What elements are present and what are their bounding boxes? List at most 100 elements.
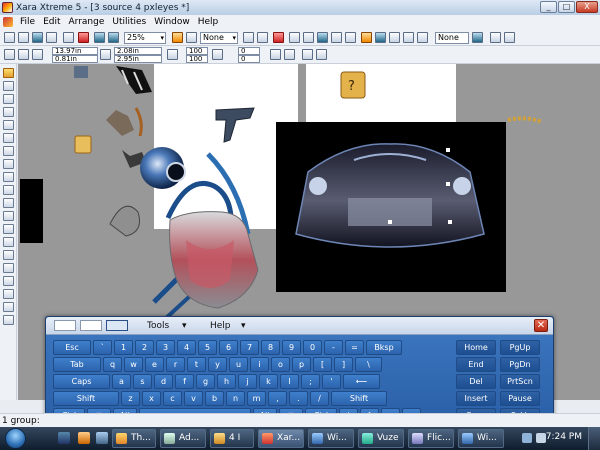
key-prtscn[interactable]: PrtScn — [500, 374, 540, 389]
key-b[interactable]: b — [205, 391, 224, 406]
key-e[interactable]: e — [145, 357, 164, 372]
key-0-13[interactable]: = — [345, 340, 364, 355]
rectangle-tool-icon[interactable] — [3, 120, 14, 130]
key-2-11[interactable]: ' — [322, 374, 341, 389]
undo-icon[interactable] — [94, 32, 105, 43]
bounds-icon[interactable] — [18, 49, 29, 60]
network-icon[interactable] — [522, 433, 532, 443]
volume-icon[interactable] — [536, 433, 546, 443]
bevel-tool-icon[interactable] — [3, 224, 14, 234]
taskbar-button-active[interactable]: Xar... — [258, 429, 304, 448]
key-m[interactable]: m — [247, 391, 266, 406]
magnet-icon[interactable] — [273, 32, 284, 43]
selector-tool-icon[interactable] — [3, 68, 14, 78]
lock-icon[interactable] — [32, 49, 43, 60]
taskbar-button[interactable]: Vuze — [358, 429, 404, 448]
thumbnail-object[interactable] — [74, 66, 88, 78]
arrange-icon[interactable] — [289, 32, 300, 43]
key-0[interactable]: 0 — [303, 340, 322, 355]
gallery-icon[interactable] — [375, 32, 386, 43]
osk-mode-line-icon[interactable] — [54, 320, 76, 331]
menu-window[interactable]: Window — [150, 17, 194, 27]
mould-tool-icon[interactable] — [3, 250, 14, 260]
key-h[interactable]: h — [217, 374, 236, 389]
fan-object[interactable] — [109, 205, 140, 237]
selection-handle[interactable] — [446, 182, 450, 186]
key-f[interactable]: f — [175, 374, 194, 389]
key-1[interactable]: 1 — [114, 340, 133, 355]
rotation-field[interactable]: 0 — [238, 47, 260, 55]
zoom-tool-icon[interactable] — [3, 302, 14, 312]
key-l[interactable]: l — [280, 374, 299, 389]
fill-dropdown[interactable]: None ▾ — [200, 32, 238, 44]
key-g[interactable]: g — [196, 374, 215, 389]
print-icon[interactable] — [46, 32, 57, 43]
menu-arrange[interactable]: Arrange — [65, 17, 109, 27]
scale-height-field[interactable]: 100 — [186, 55, 208, 63]
taskbar-button[interactable]: Th... — [112, 429, 156, 448]
quickshape-tool-icon[interactable] — [3, 146, 14, 156]
key-n[interactable]: n — [226, 391, 245, 406]
key-9[interactable]: 9 — [282, 340, 301, 355]
key-pgdn[interactable]: PgDn — [500, 357, 540, 372]
text-tool-icon[interactable] — [3, 159, 14, 169]
maximize-button[interactable]: □ — [558, 1, 575, 13]
rotate-icon[interactable] — [316, 49, 327, 60]
ellipse-tool-icon[interactable] — [3, 133, 14, 143]
switch-windows-icon[interactable] — [96, 432, 108, 444]
show-desktop-icon[interactable] — [58, 432, 70, 444]
taskbar-button[interactable]: 4 I — [210, 429, 254, 448]
key-1-12[interactable]: ] — [334, 357, 353, 372]
open-icon[interactable] — [18, 32, 29, 43]
key-1-13[interactable]: \ — [355, 357, 382, 372]
push-tool-icon[interactable] — [3, 315, 14, 325]
key-z[interactable]: z — [121, 391, 140, 406]
key-r[interactable]: r — [166, 357, 185, 372]
taskbar-button[interactable]: Wi... — [308, 429, 354, 448]
key-2-12[interactable]: ⟵ — [343, 374, 380, 389]
key-8[interactable]: 8 — [261, 340, 280, 355]
edit-icon[interactable] — [490, 32, 501, 43]
snap-icon[interactable] — [257, 32, 268, 43]
zoom-tool-icon[interactable] — [172, 32, 183, 43]
key-2-10[interactable]: ; — [301, 374, 320, 389]
menu-help[interactable]: Help — [194, 17, 223, 27]
anchor-icon[interactable] — [100, 49, 111, 60]
key-2[interactable]: 2 — [135, 340, 154, 355]
bracket-object[interactable] — [134, 107, 143, 137]
cut-icon[interactable] — [63, 32, 74, 43]
height-field[interactable]: 2.95in — [114, 55, 162, 63]
flip-vertical-icon[interactable] — [284, 49, 295, 60]
selection-handle[interactable] — [388, 220, 392, 224]
key-i[interactable]: i — [250, 357, 269, 372]
combine-icon[interactable] — [331, 32, 342, 43]
key-bksp[interactable]: Bksp — [366, 340, 402, 355]
minimize-button[interactable]: _ — [540, 1, 557, 13]
selection-grid-icon[interactable] — [4, 49, 15, 60]
new-document-icon[interactable] — [4, 32, 15, 43]
key-s[interactable]: s — [133, 374, 152, 389]
key-0-12[interactable]: - — [324, 340, 343, 355]
key-u[interactable]: u — [229, 357, 248, 372]
key-3[interactable]: 3 — [156, 340, 175, 355]
osk-help-menu[interactable]: Help — [210, 321, 231, 331]
color-icon[interactable] — [389, 32, 400, 43]
none-dropdown[interactable]: None — [435, 32, 469, 44]
key-1-11[interactable]: [ — [313, 357, 332, 372]
app-icon[interactable] — [2, 2, 13, 13]
dark-swatch-object[interactable] — [116, 66, 152, 94]
osk-mode-keyboard-icon[interactable] — [106, 320, 128, 331]
osk-tools-menu[interactable]: Tools — [147, 321, 169, 331]
key-k[interactable]: k — [259, 374, 278, 389]
flip-horizontal-icon[interactable] — [270, 49, 281, 60]
scale-width-field[interactable]: 100 — [186, 47, 208, 55]
chevron-down-icon[interactable]: ▾ — [182, 321, 187, 331]
key-p[interactable]: p — [292, 357, 311, 372]
key-shift[interactable]: Shift — [53, 391, 119, 406]
key-5[interactable]: 5 — [198, 340, 217, 355]
key-pause[interactable]: Pause — [500, 391, 540, 406]
selection-handle[interactable] — [446, 148, 450, 152]
start-button[interactable] — [5, 428, 26, 449]
close-button[interactable]: X — [576, 1, 598, 13]
key-pgup[interactable]: PgUp — [500, 340, 540, 355]
